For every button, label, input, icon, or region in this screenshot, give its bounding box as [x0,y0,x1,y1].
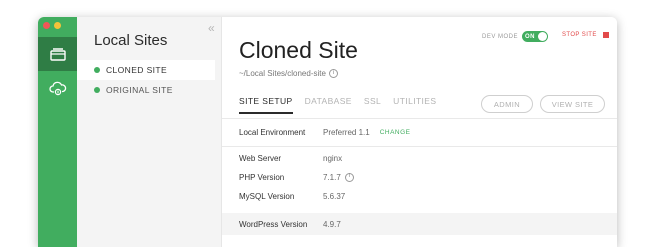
mysql-version-row: MySQL Version 5.6.37 [222,185,617,207]
mysql-version-value: 5.6.37 [323,191,346,201]
local-environment-row: Local Environment Preferred 1.1 CHANGE [222,121,617,143]
site-running-indicator [94,67,100,73]
tabs-divider [222,118,617,119]
wordpress-version-label: WordPress Version [239,219,308,229]
tab-site-setup[interactable]: SITE SETUP [239,96,293,114]
site-path-text: ~/Local Sites/cloned-site [239,69,326,78]
local-environment-value-group: Preferred 1.1 CHANGE [323,128,411,137]
site-path: ~/Local Sites/cloned-site i [239,69,338,78]
dev-mode-control: DEV MODE ON [482,31,549,42]
site-item-label: ORIGINAL SITE [106,85,173,95]
window-controls [43,22,61,29]
change-environment-link[interactable]: CHANGE [380,129,411,136]
site-item-cloned[interactable]: CLONED SITE [77,60,215,80]
site-detail-panel: Cloned Site ~/Local Sites/cloned-site i … [222,17,617,247]
tab-ssl[interactable]: SSL [364,96,381,114]
stop-site-button[interactable]: STOP SITE [562,32,609,38]
wordpress-version-value: 4.9.7 [323,219,341,229]
cloud-icon [48,81,66,96]
toggle-knob [538,32,548,41]
sites-panel-heading: Local Sites [94,32,168,49]
sites-icon [49,48,66,61]
tab-database[interactable]: DATABASE [305,96,352,114]
dev-mode-toggle[interactable]: ON [522,31,549,42]
wordpress-version-row: WordPress Version 4.9.7 [222,213,617,235]
admin-button[interactable]: ADMIN [481,95,533,113]
site-item-label: CLONED SITE [106,65,168,75]
php-version-label: PHP Version [239,172,285,182]
local-environment-value: Preferred 1.1 [323,127,370,137]
stop-site-label: STOP SITE [562,32,597,38]
sidebar-item-cloud[interactable] [38,73,77,105]
collapse-panel-icon[interactable]: « [208,21,215,35]
dev-mode-state: ON [525,33,536,40]
dev-mode-label: DEV MODE [482,33,519,40]
site-item-original[interactable]: ORIGINAL SITE [77,80,215,100]
sites-panel: « Local Sites CLONED SITE ORIGINAL SITE [77,17,222,247]
view-site-button[interactable]: VIEW SITE [540,95,605,113]
site-running-indicator [94,87,100,93]
site-tabs: SITE SETUP DATABASE SSL UTILITIES [239,96,436,114]
php-version-value-group: 7.1.7 i [323,172,354,182]
close-window-button[interactable] [43,22,50,29]
sidebar-item-sites[interactable] [38,37,77,71]
php-version-value: 7.1.7 [323,172,341,182]
web-server-label: Web Server [239,153,282,163]
local-environment-label: Local Environment [239,127,306,137]
sidebar-rail [38,17,77,247]
tab-utilities[interactable]: UTILITIES [393,96,436,114]
minimize-window-button[interactable] [54,22,61,29]
web-server-value: nginx [323,153,343,163]
site-title: Cloned Site [239,37,358,63]
php-info-icon[interactable]: i [344,172,354,182]
mysql-version-label: MySQL Version [239,191,295,201]
app-window: « Local Sites CLONED SITE ORIGINAL SITE … [38,17,617,247]
path-info-icon[interactable]: i [328,69,338,78]
stop-icon [602,32,609,38]
